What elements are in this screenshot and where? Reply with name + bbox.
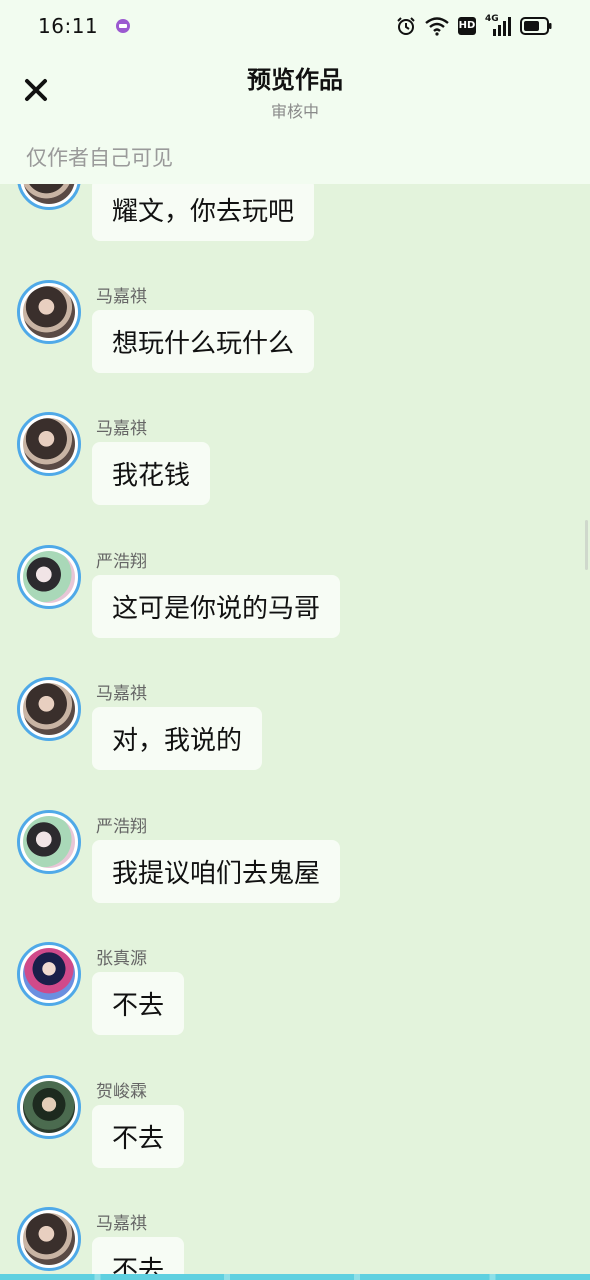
sender-name: 严浩翔 (96, 817, 147, 837)
chat-message: 耀文，你去玩吧 (0, 184, 590, 241)
message-bubble: 这可是你说的马哥 (92, 575, 341, 638)
chat-message: 贺峻霖 不去 (0, 1075, 590, 1207)
status-time: 16:11 (38, 14, 99, 38)
visibility-note: 仅作者自己可见 (26, 146, 173, 170)
chat-message: 张真源 不去 (0, 942, 590, 1074)
chat-message: 马嘉祺 对，我说的 (0, 677, 590, 809)
sender-name: 马嘉祺 (96, 419, 147, 439)
message-bubble: 想玩什么玩什么 (92, 310, 315, 373)
preview-header: 预览作品 审核中 仅作者自己可见 (0, 52, 590, 184)
status-icons: HD 4G (396, 14, 552, 36)
message-bubble: 对，我说的 (92, 707, 263, 770)
message-bubble: 不去 (92, 1105, 185, 1168)
sender-name: 马嘉祺 (96, 287, 147, 307)
page-title: 预览作品 (247, 66, 343, 94)
wifi-icon (425, 17, 449, 36)
4g-signal-icon: 4G (485, 14, 511, 36)
avatar-yan-haoxiang[interactable] (17, 545, 81, 609)
hd-icon: HD (458, 17, 476, 35)
avatar-ma-jiaqi[interactable] (17, 1207, 81, 1271)
bottom-progress-bar (0, 1274, 590, 1280)
alarm-icon (397, 17, 415, 35)
status-bar: 16:11 HD 4G (0, 0, 590, 52)
avatar-ma-jiaqi[interactable] (17, 280, 81, 344)
review-status: 审核中 (270, 102, 319, 121)
avatar-he-junlin[interactable] (17, 1075, 81, 1139)
sender-name: 马嘉祺 (96, 684, 147, 704)
message-bubble: 耀文，你去玩吧 (92, 184, 315, 241)
sender-name: 马嘉祺 (96, 1214, 147, 1234)
message-bubble: 不去 (92, 1237, 185, 1274)
avatar-ma-jiaqi[interactable] (17, 677, 81, 741)
chat-message: 严浩翔 这可是你说的马哥 (0, 545, 590, 677)
sender-name: 贺峻霖 (96, 1082, 147, 1102)
message-bubble: 我提议咱们去鬼屋 (92, 840, 341, 903)
chat-message: 严浩翔 我提议咱们去鬼屋 (0, 810, 590, 942)
avatar-zhang-zhenyuan[interactable] (17, 942, 81, 1006)
message-bubble: 不去 (92, 972, 185, 1035)
sender-name: 严浩翔 (96, 552, 147, 572)
chat-message: 马嘉祺 不去 (0, 1207, 590, 1274)
chat-message: 马嘉祺 我花钱 (0, 412, 590, 544)
sender-name: 张真源 (96, 949, 147, 969)
chat-list[interactable]: 耀文，你去玩吧 马嘉祺 想玩什么玩什么 马嘉祺 我花钱 严浩翔 这可是你说的马哥… (0, 184, 590, 1274)
message-bubble: 我花钱 (92, 442, 211, 505)
battery-icon (520, 17, 552, 35)
app-notification-icon (116, 19, 131, 33)
chat-message: 马嘉祺 想玩什么玩什么 (0, 280, 590, 412)
avatar-ma-jiaqi[interactable] (17, 184, 81, 210)
avatar-yan-haoxiang[interactable] (17, 810, 81, 874)
avatar-ma-jiaqi[interactable] (17, 412, 81, 476)
scrollbar-thumb[interactable] (585, 520, 588, 570)
